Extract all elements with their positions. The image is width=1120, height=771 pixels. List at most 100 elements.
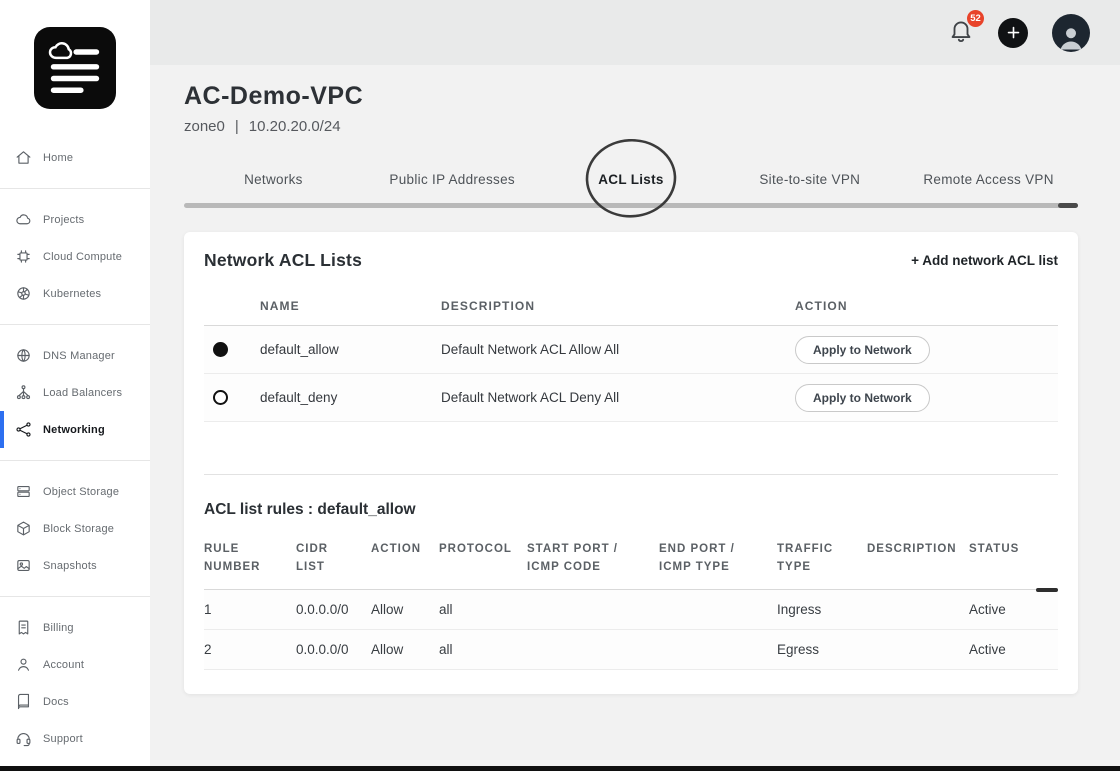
sidebar-item-networking[interactable]: Networking [0,411,150,448]
dns-manager-icon [15,347,32,364]
column-header-end-port: End Port / ICMP Type [659,541,751,577]
rule-traffic-type: Ingress [777,602,867,617]
column-header-start-port: Start Port / ICMP Code [527,541,631,577]
sidebar-item-label: Support [43,733,83,745]
add-acl-list-link[interactable]: + Add network ACL list [911,253,1058,268]
sidebar-item-label: Object Storage [43,486,119,498]
sidebar-item-dns-manager[interactable]: DNS Manager [0,337,150,374]
table-row: 1 0.0.0.0/0 Allow all Ingress Active [204,590,1058,630]
tab-networks[interactable]: Networks [184,163,363,196]
card-divider [204,474,1058,475]
avatar[interactable] [1052,14,1090,52]
sidebar-item-kubernetes[interactable]: Kubernetes [0,275,150,312]
cidr-list: 0.0.0.0/0 [296,602,371,617]
app-root: Home Projects Cloud Compute Kubernetes D… [0,0,1120,771]
rule-action: Allow [371,642,439,657]
main-column: 52 AC-Demo-VPC zone0 | 10.20.20.0/24 Net… [150,0,1120,771]
snapshots-icon [15,557,32,574]
column-header-action: Action [795,299,1058,313]
cidr-list: 0.0.0.0/0 [296,642,371,657]
sidebar-item-label: Load Balancers [43,387,122,399]
sidebar-item-docs[interactable]: Docs [0,683,150,720]
table-row: default_deny Default Network ACL Deny Al… [204,374,1058,422]
bottom-bar [0,766,1120,771]
column-header-action: Action [371,541,439,559]
rules-table-scrollbar-thumb[interactable] [1036,588,1058,592]
acl-description: Default Network ACL Allow All [441,342,795,357]
column-header-traffic-type: Traffic Type [777,541,847,577]
sidebar-item-label: Cloud Compute [43,251,122,263]
sidebar-item-home[interactable]: Home [0,139,150,176]
sidebar-item-account[interactable]: Account [0,646,150,683]
page-subtitle: zone0 | 10.20.20.0/24 [184,118,1078,135]
user-silhouette-icon [1056,22,1086,52]
column-header-status: Status [969,541,1058,559]
sidebar-item-label: Kubernetes [43,288,101,300]
account-icon [15,656,32,673]
kubernetes-icon [15,285,32,302]
tab-bar-rule [184,203,1078,208]
radio-default-deny[interactable] [213,390,228,405]
acl-name: default_deny [260,390,441,405]
billing-icon [15,619,32,636]
rule-traffic-type: Egress [777,642,867,657]
sidebar-item-label: Block Storage [43,523,114,535]
plus-icon [1006,25,1021,40]
topbar: 52 [150,0,1120,65]
sidebar-item-object-storage[interactable]: Object Storage [0,473,150,510]
sidebar-item-billing[interactable]: Billing [0,609,150,646]
tab-acl-lists[interactable]: ACL Lists [542,163,721,196]
sidebar-item-load-balancers[interactable]: Load Balancers [0,374,150,411]
rule-protocol: all [439,642,527,657]
page-title: AC-Demo-VPC [184,82,1078,111]
sidebar-divider [0,324,150,325]
radio-default-allow[interactable] [213,342,228,357]
table-row: default_allow Default Network ACL Allow … [204,326,1058,374]
tab-label: ACL Lists [598,172,663,187]
subtitle-separator: | [235,118,239,135]
docs-icon [15,693,32,710]
apply-to-network-button[interactable]: Apply to Network [795,336,930,364]
column-header-protocol: Protocol [439,541,527,559]
cloud-compute-icon [15,248,32,265]
acl-table-header: Name Description Action [204,299,1058,326]
tab-remote-access-vpn[interactable]: Remote Access VPN [899,163,1078,196]
sidebar-item-label: Projects [43,214,84,226]
page-content: AC-Demo-VPC zone0 | 10.20.20.0/24 Networ… [150,65,1120,771]
sidebar: Home Projects Cloud Compute Kubernetes D… [0,0,150,771]
sidebar-item-label: Networking [43,424,105,436]
sidebar-item-block-storage[interactable]: Block Storage [0,510,150,547]
apply-to-network-button[interactable]: Apply to Network [795,384,930,412]
tab-bar: Networks Public IP Addresses ACL Lists S… [184,163,1078,196]
column-header-description: Description [441,299,795,313]
block-storage-icon [15,520,32,537]
rules-section-title: ACL list rules : default_allow [204,501,1058,519]
acl-description: Default Network ACL Deny All [441,390,795,405]
tab-site-to-site-vpn[interactable]: Site-to-site VPN [720,163,899,196]
projects-icon [15,211,32,228]
home-icon [15,149,32,166]
column-header-description: Description [867,541,969,559]
column-header-name: Name [260,299,441,313]
sidebar-divider [0,188,150,189]
notifications-button[interactable]: 52 [948,17,974,48]
tabs-scrollbar-thumb[interactable] [1058,203,1078,208]
column-header-cidr-list: CIDR List [296,541,346,577]
sidebar-item-label: Snapshots [43,560,97,572]
sidebar-item-support[interactable]: Support [0,720,150,757]
notification-badge: 52 [967,10,984,27]
networking-icon [15,421,32,438]
sidebar-item-snapshots[interactable]: Snapshots [0,547,150,584]
sidebar-item-label: Billing [43,622,74,634]
tab-public-ip-addresses[interactable]: Public IP Addresses [363,163,542,196]
sidebar-item-label: Docs [43,696,69,708]
app-logo[interactable] [34,27,116,109]
sidebar-nav: Home Projects Cloud Compute Kubernetes D… [0,139,150,757]
sidebar-item-cloud-compute[interactable]: Cloud Compute [0,238,150,275]
sidebar-item-projects[interactable]: Projects [0,201,150,238]
load-balancers-icon [15,384,32,401]
support-icon [15,730,32,747]
create-button[interactable] [998,18,1028,48]
acl-lists-card: Network ACL Lists + Add network ACL list… [184,232,1078,694]
rule-number: 2 [204,642,296,657]
